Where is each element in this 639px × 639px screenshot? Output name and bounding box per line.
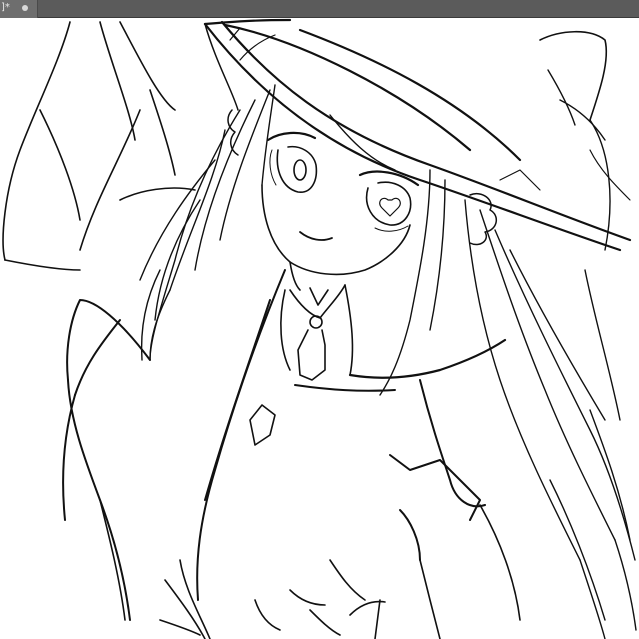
witch-hat — [203, 18, 632, 252]
drawing-canvas[interactable] — [0, 18, 639, 639]
unsaved-dot-icon[interactable] — [22, 5, 28, 11]
document-tab-label: ]* — [1, 2, 10, 13]
document-tab-bar: ]* — [0, 0, 639, 18]
left-eye — [266, 131, 318, 193]
sketch-artwork — [2, 18, 637, 639]
hat-bow — [2, 21, 196, 271]
body — [99, 499, 521, 639]
collar-and-tie — [249, 284, 354, 446]
right-eye — [358, 170, 420, 232]
drawing-app-window: ]* — [0, 0, 639, 639]
document-tab[interactable]: ]* — [0, 0, 38, 18]
cape — [62, 269, 507, 621]
